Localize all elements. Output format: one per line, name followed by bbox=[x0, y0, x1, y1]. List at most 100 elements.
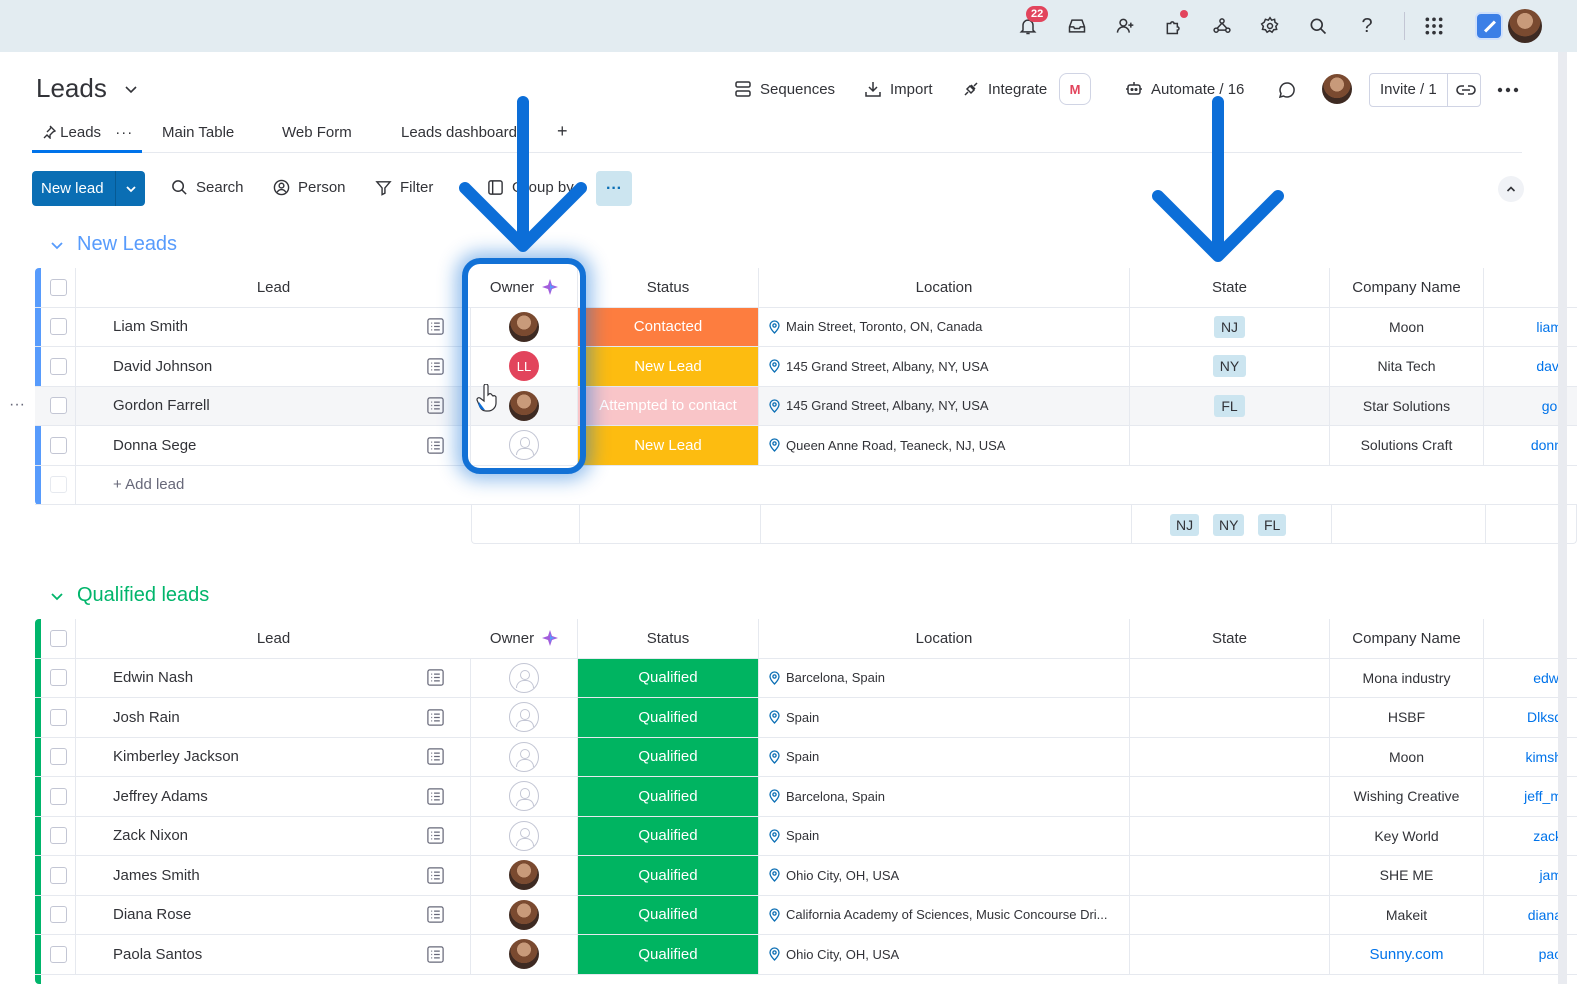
search-button[interactable]: Search bbox=[171, 179, 244, 196]
row-checkbox[interactable] bbox=[41, 347, 76, 386]
location-cell[interactable]: Ohio City, OH, USA bbox=[759, 856, 1130, 895]
owner-cell[interactable] bbox=[471, 658, 578, 697]
status-cell[interactable]: Qualified bbox=[578, 856, 759, 895]
table-row[interactable]: Jeffrey Adams Qualified Barcelona, Spain Wi… bbox=[35, 777, 1577, 817]
item-updates-button[interactable] bbox=[400, 737, 471, 776]
item-updates-button[interactable] bbox=[400, 777, 471, 816]
column-header-location[interactable]: Location bbox=[759, 268, 1130, 307]
lead-name-cell[interactable]: James Smith bbox=[76, 856, 400, 895]
status-cell[interactable]: Qualified bbox=[578, 895, 759, 934]
state-cell[interactable]: NJ bbox=[1130, 307, 1330, 346]
item-updates-button[interactable] bbox=[400, 307, 471, 346]
column-header-lead[interactable]: Lead bbox=[76, 268, 471, 307]
state-cell[interactable] bbox=[1130, 426, 1330, 465]
owner-cell[interactable] bbox=[471, 816, 578, 855]
settings-icon[interactable] bbox=[1258, 14, 1282, 38]
owner-cell[interactable] bbox=[471, 895, 578, 934]
row-checkbox[interactable] bbox=[41, 935, 76, 974]
gmail-integration-icon[interactable]: M bbox=[1059, 73, 1091, 105]
location-cell[interactable]: Barcelona, Spain bbox=[759, 658, 1130, 697]
help-icon[interactable]: ? bbox=[1355, 14, 1379, 38]
item-updates-button[interactable] bbox=[400, 658, 471, 697]
row-checkbox[interactable] bbox=[41, 658, 76, 697]
bell-icon[interactable]: 22 bbox=[1016, 6, 1049, 38]
owner-cell[interactable] bbox=[471, 698, 578, 737]
owner-cell[interactable] bbox=[471, 737, 578, 776]
empty-owner-avatar-icon[interactable] bbox=[509, 741, 539, 772]
select-all-checkbox[interactable] bbox=[41, 268, 76, 307]
row-checkbox[interactable] bbox=[41, 777, 76, 816]
lead-name-cell[interactable]: Edwin Nash bbox=[76, 659, 400, 698]
company-cell[interactable]: Moon bbox=[1330, 307, 1484, 346]
state-cell[interactable] bbox=[1130, 658, 1330, 697]
state-cell[interactable] bbox=[1130, 856, 1330, 895]
status-cell[interactable]: Qualified bbox=[578, 816, 759, 855]
status-cell[interactable]: New Lead bbox=[578, 426, 759, 465]
column-header-state[interactable]: State bbox=[1130, 619, 1330, 658]
table-row[interactable]: David Johnson LL New Lead 145 Grand Street,… bbox=[35, 347, 1577, 387]
row-checkbox[interactable] bbox=[41, 856, 76, 895]
company-cell[interactable]: Moon bbox=[1330, 737, 1484, 776]
location-cell[interactable]: Barcelona, Spain bbox=[759, 777, 1130, 816]
status-cell[interactable]: Qualified bbox=[578, 698, 759, 737]
column-header-company[interactable]: Company Name bbox=[1330, 619, 1484, 658]
table-row[interactable]: Zack Nixon Qualified Spain Key World zack bbox=[35, 816, 1577, 856]
ai-sparkle-icon[interactable] bbox=[542, 630, 559, 647]
lead-name-cell[interactable]: Zack Nixon bbox=[76, 817, 400, 856]
chevron-down-icon[interactable] bbox=[125, 183, 137, 195]
column-header-lead[interactable]: Lead bbox=[76, 619, 471, 658]
empty-owner-avatar-icon[interactable] bbox=[509, 781, 539, 812]
company-cell[interactable]: Wishing Creative bbox=[1330, 777, 1484, 816]
state-cell[interactable]: NY bbox=[1130, 347, 1330, 386]
status-cell[interactable]: Qualified bbox=[578, 737, 759, 776]
board-title[interactable]: Leads bbox=[36, 73, 107, 104]
row-checkbox[interactable] bbox=[41, 698, 76, 737]
item-updates-button[interactable] bbox=[400, 895, 471, 934]
table-row[interactable]: Edwin Nash Qualified Barcelona, Spain Mona … bbox=[35, 658, 1577, 698]
company-cell[interactable]: Key World bbox=[1330, 816, 1484, 855]
column-header-location[interactable]: Location bbox=[759, 619, 1130, 658]
workspace-logo-icon[interactable] bbox=[1475, 12, 1503, 40]
row-checkbox[interactable] bbox=[41, 307, 76, 346]
location-cell[interactable]: 145 Grand Street, Albany, NY, USA bbox=[759, 347, 1130, 386]
tab-menu-icon[interactable]: ··· bbox=[115, 124, 133, 141]
location-cell[interactable]: Main Street, Toronto, ON, Canada bbox=[759, 307, 1130, 346]
state-cell[interactable] bbox=[1130, 816, 1330, 855]
status-cell[interactable]: Qualified bbox=[578, 935, 759, 974]
copy-link-icon[interactable] bbox=[1456, 82, 1476, 98]
location-cell[interactable]: Ohio City, OH, USA bbox=[759, 935, 1130, 974]
status-cell[interactable]: Qualified bbox=[578, 777, 759, 816]
board-member-avatar[interactable] bbox=[1322, 74, 1352, 104]
add-lead-label[interactable]: + Add lead bbox=[76, 466, 400, 505]
lead-name-cell[interactable]: Gordon Farrell bbox=[76, 387, 400, 426]
table-row[interactable]: Paola Santos Qualified Ohio City, OH, USA S… bbox=[35, 935, 1577, 975]
app-switcher-icon[interactable] bbox=[1422, 14, 1446, 38]
invite-button[interactable]: Invite / 1 bbox=[1369, 73, 1481, 107]
row-checkbox[interactable] bbox=[41, 426, 76, 465]
more-options-icon[interactable] bbox=[1497, 87, 1519, 93]
tab-leads[interactable]: Leads ··· bbox=[42, 124, 133, 141]
empty-owner-avatar-icon[interactable] bbox=[509, 662, 539, 693]
empty-owner-avatar-icon[interactable] bbox=[509, 820, 539, 851]
tab-main-table[interactable]: Main Table bbox=[162, 124, 234, 141]
status-cell[interactable]: Contacted bbox=[578, 307, 759, 346]
table-row[interactable]: Josh Rain Qualified Spain HSBF Dlksd bbox=[35, 698, 1577, 738]
sequences-button[interactable]: Sequences bbox=[734, 80, 835, 98]
column-header-state[interactable]: State bbox=[1130, 268, 1330, 307]
item-updates-button[interactable] bbox=[400, 386, 471, 425]
lead-name-cell[interactable]: Paola Santos bbox=[76, 935, 400, 974]
search-icon[interactable] bbox=[1306, 14, 1330, 38]
table-row[interactable]: Gordon Farrell Attempted to contact 145 Gr… bbox=[35, 386, 1577, 426]
table-row[interactable]: Diana Rose Qualified California Academy of… bbox=[35, 895, 1577, 935]
column-header-company[interactable]: Company Name bbox=[1330, 268, 1484, 307]
item-updates-button[interactable] bbox=[400, 698, 471, 737]
add-item-row[interactable]: + Add lead bbox=[35, 465, 1577, 505]
tab-web-form[interactable]: Web Form bbox=[282, 124, 352, 141]
company-cell[interactable]: Mona industry bbox=[1330, 658, 1484, 697]
filter-button[interactable]: Filter bbox=[375, 179, 433, 196]
select-all-checkbox[interactable] bbox=[41, 619, 76, 658]
item-updates-button[interactable] bbox=[400, 816, 471, 855]
row-checkbox[interactable] bbox=[41, 737, 76, 776]
company-cell[interactable]: HSBF bbox=[1330, 698, 1484, 737]
state-cell[interactable] bbox=[1130, 737, 1330, 776]
